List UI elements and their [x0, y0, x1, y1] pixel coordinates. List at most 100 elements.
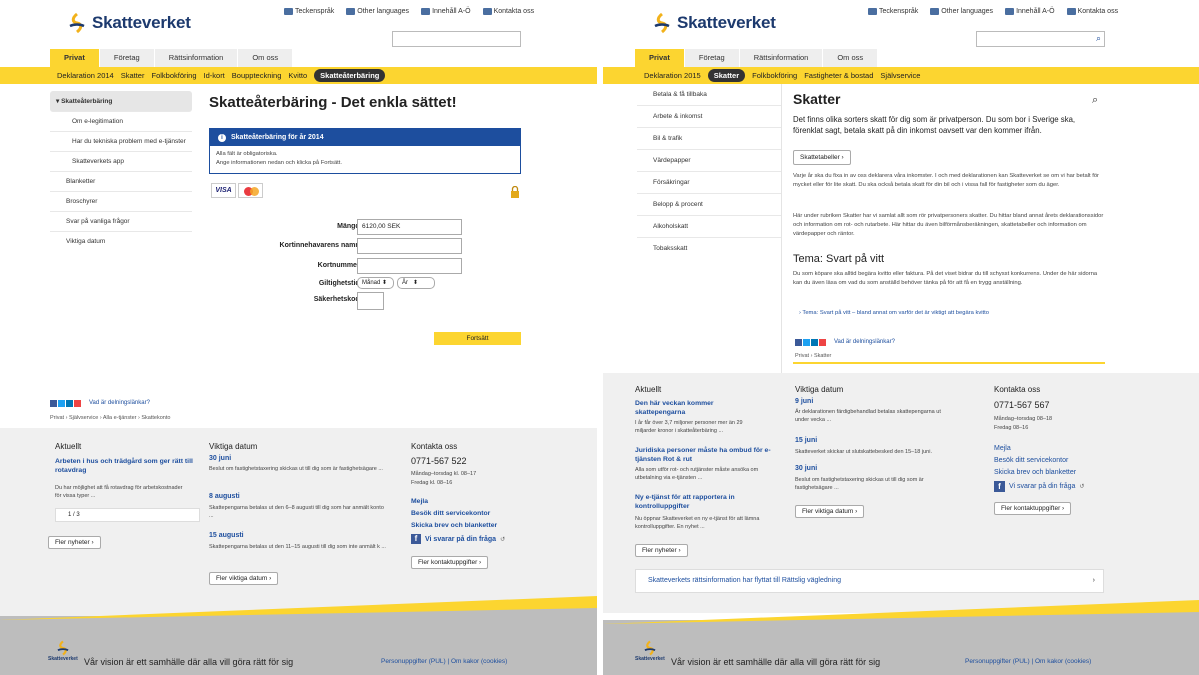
cardholder-field[interactable]	[357, 238, 462, 254]
subnav-item[interactable]: Bouppteckning	[232, 71, 282, 80]
sidebar-child[interactable]: Har du tekniska problem med e-tjänster	[50, 132, 192, 152]
continue-button[interactable]: Fortsätt	[434, 332, 521, 345]
tab-foretag[interactable]: Företag	[684, 49, 739, 67]
tab-privat[interactable]: Privat	[635, 49, 684, 67]
card-number-field[interactable]	[357, 258, 462, 274]
subnav-item[interactable]: Fastigheter & bostad	[804, 71, 873, 80]
search-input[interactable]: ⌕	[976, 31, 1105, 47]
more-dates-button[interactable]: Fler viktiga datum ›	[795, 505, 865, 518]
utility-link-az[interactable]: Innehåll A-Ö	[1005, 8, 1055, 15]
contact-link-office[interactable]: Besök ditt servicekontor	[411, 510, 490, 519]
theme-link[interactable]: › Tema: Svart på vitt – bland annat om v…	[799, 310, 989, 316]
more-news-button[interactable]: Fler nyheter ›	[48, 536, 101, 549]
sidebar-item[interactable]: Värdepapper	[637, 150, 781, 172]
sidebar-item[interactable]: Alkoholskatt	[637, 216, 781, 238]
subnav-item-active[interactable]: Skatter	[707, 69, 746, 82]
tax-tables-button[interactable]: Skattetabeller ›	[793, 150, 851, 165]
more-dates-button[interactable]: Fler viktiga datum ›	[209, 572, 279, 585]
contact-link-email[interactable]: Mejla	[411, 498, 428, 507]
search-input[interactable]	[392, 31, 521, 47]
search-icon[interactable]: ⌕	[1092, 94, 1098, 107]
share-plus-icon[interactable]	[819, 339, 826, 346]
subnav-item[interactable]: Folkbokföring	[752, 71, 797, 80]
sidebar-child[interactable]: Om e-legitimation	[50, 112, 192, 132]
date-item-date[interactable]: 15 augusti	[209, 532, 244, 539]
more-news-button[interactable]: Fler nyheter ›	[635, 544, 688, 557]
utility-link-sign[interactable]: Teckenspråk	[284, 8, 334, 15]
utility-link-contact[interactable]: Kontakta oss	[482, 8, 534, 15]
news-link[interactable]: Arbeten i hus och trädgård som ger rätt …	[55, 458, 195, 476]
contact-phone[interactable]: 0771-567 522	[411, 456, 467, 466]
news-pager[interactable]: 1 / 3	[55, 508, 200, 522]
utility-link-languages[interactable]: Other languages	[346, 8, 409, 15]
legal-links[interactable]: Personuppgifter (PUL) | Om kakor (cookie…	[381, 658, 507, 665]
utility-link-sign[interactable]: Teckenspråk	[868, 8, 918, 15]
utility-link-languages[interactable]: Other languages	[930, 8, 993, 15]
date-item-date[interactable]: 8 augusti	[209, 493, 240, 500]
date-item-date[interactable]: 30 juni	[209, 455, 231, 462]
sidebar-item[interactable]: Arbete & inkomst	[637, 106, 781, 128]
share-help-link[interactable]: Vad är delningslänkar?	[89, 400, 150, 406]
footer-logo[interactable]: Skatteverket	[48, 640, 78, 662]
cvc-field[interactable]	[357, 292, 384, 310]
date-item-date[interactable]: 30 juni	[795, 465, 817, 472]
header-logo[interactable]: Skatteverket	[651, 12, 776, 34]
sidebar-item-active[interactable]: ▾ Skatteåterbäring	[50, 91, 192, 112]
subnav-item[interactable]: Deklaration 2015	[644, 71, 701, 80]
more-contacts-button[interactable]: Fler kontaktuppgifter ›	[994, 502, 1072, 515]
linkedin-icon[interactable]	[811, 339, 818, 346]
sidebar-item[interactable]: Tobaksskatt	[637, 238, 781, 259]
date-item-date[interactable]: 9 juni	[795, 398, 813, 405]
facebook-contact[interactable]: f Vi svarar på din fråga ↺	[411, 534, 505, 544]
tab-om-oss[interactable]: Om oss	[823, 49, 878, 67]
header-logo[interactable]: Skatteverket	[66, 12, 191, 34]
search-icon[interactable]: ⌕	[1096, 33, 1101, 44]
sidebar-item[interactable]: Betala & få tillbaka	[637, 84, 781, 106]
tab-privat[interactable]: Privat	[50, 49, 99, 67]
subnav-item[interactable]: Folkbokföring	[151, 71, 196, 80]
tab-om-oss[interactable]: Om oss	[238, 49, 293, 67]
linkedin-icon[interactable]	[66, 400, 73, 407]
facebook-contact[interactable]: f Vi svarar på din fråga ↺	[994, 481, 1084, 492]
sidebar-item[interactable]: Bil & trafik	[637, 128, 781, 150]
sidebar-child[interactable]: Skatteverkets app	[50, 152, 192, 172]
news-link[interactable]: Ny e-tjänst för att rapportera in kontro…	[635, 494, 765, 512]
subnav-item[interactable]: Självservice	[880, 71, 920, 80]
sidebar-item[interactable]: Broschyrer	[50, 192, 192, 212]
sidebar-item[interactable]: Svar på vanliga frågor	[50, 212, 192, 232]
twitter-icon[interactable]	[58, 400, 65, 407]
sidebar-item[interactable]: Viktiga datum	[50, 232, 192, 251]
news-link[interactable]: Juridiska personer måste ha ombud för e-…	[635, 447, 785, 465]
more-contacts-button[interactable]: Fler kontaktuppgifter ›	[411, 556, 489, 569]
subnav-item-active[interactable]: Skatteåterbäring	[314, 69, 386, 82]
contact-phone[interactable]: 0771-567 567	[994, 400, 1050, 410]
facebook-icon[interactable]	[795, 339, 802, 346]
legal-links[interactable]: Personuppgifter (PUL) | Om kakor (cookie…	[965, 658, 1091, 665]
share-help-link[interactable]: Vad är delningslänkar?	[834, 339, 895, 345]
subnav-item[interactable]: Kvitto	[288, 71, 307, 80]
tab-foretag[interactable]: Företag	[99, 49, 154, 67]
expiry-month-select[interactable]: Månad ⬍	[357, 277, 394, 289]
facebook-icon[interactable]	[50, 400, 57, 407]
contact-link-mail[interactable]: Skicka brev och blanketter	[411, 522, 497, 531]
sidebar-item[interactable]: Belopp & procent	[637, 194, 781, 216]
subnav-item[interactable]: Id-kort	[204, 71, 225, 80]
contact-link-mail[interactable]: Skicka brev och blanketter	[994, 469, 1076, 476]
tab-rattsinformation[interactable]: Rättsinformation	[154, 49, 238, 67]
utility-link-contact[interactable]: Kontakta oss	[1066, 8, 1118, 15]
contact-link-email[interactable]: Mejla	[994, 445, 1011, 452]
tab-rattsinformation[interactable]: Rättsinformation	[739, 49, 823, 67]
sidebar-item[interactable]: Blanketter	[50, 172, 192, 192]
legal-guidance-banner[interactable]: Skatteverkets rättsinformation har flytt…	[635, 569, 1104, 593]
news-link[interactable]: Den här veckan kommer skattepengarna	[635, 400, 760, 418]
sidebar-item[interactable]: Försäkringar	[637, 172, 781, 194]
footer-logo[interactable]: Skatteverket	[635, 640, 665, 662]
share-plus-icon[interactable]	[74, 400, 81, 407]
contact-link-office[interactable]: Besök ditt servicekontor	[994, 457, 1068, 464]
twitter-icon[interactable]	[803, 339, 810, 346]
expiry-year-select[interactable]: År ⬍	[397, 277, 435, 289]
subnav-item[interactable]: Skatter	[121, 71, 145, 80]
amount-field[interactable]: 6120,00 SEK	[357, 219, 462, 235]
date-item-date[interactable]: 15 juni	[795, 437, 817, 444]
utility-link-az[interactable]: Innehåll A-Ö	[421, 8, 471, 15]
